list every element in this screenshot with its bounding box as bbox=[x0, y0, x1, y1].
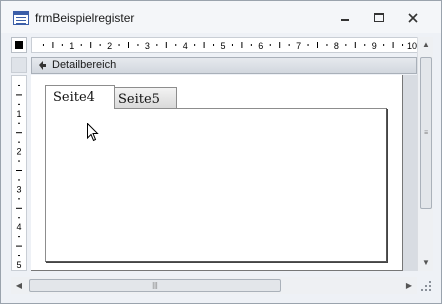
scroll-down-icon[interactable]: ▼ bbox=[418, 255, 434, 271]
maximize-icon bbox=[374, 13, 384, 22]
tab-seite4[interactable]: Seite4 bbox=[45, 85, 115, 109]
ruler-number: 3 bbox=[16, 184, 21, 194]
ruler-tick bbox=[307, 44, 309, 46]
ruler-tick bbox=[18, 160, 20, 162]
minimize-button[interactable] bbox=[333, 9, 357, 27]
ruler-number: 1 bbox=[16, 109, 21, 119]
ruler-tick bbox=[118, 44, 120, 46]
ruler-tick bbox=[203, 42, 205, 48]
ruler-tick bbox=[18, 179, 20, 181]
ruler-tick bbox=[16, 94, 22, 96]
canvas-margin bbox=[403, 75, 417, 271]
close-button[interactable] bbox=[401, 9, 425, 27]
ruler-tick bbox=[18, 141, 20, 143]
ruler-number: 5 bbox=[16, 260, 21, 270]
ruler-number: 9 bbox=[372, 41, 377, 51]
horizontal-ruler-scale: 1 2 3 4 5 6 7 8 9 10 bbox=[42, 41, 417, 51]
ruler-tick bbox=[137, 44, 139, 46]
ruler-tick bbox=[18, 255, 20, 257]
section-header-bar[interactable]: Detailbereich bbox=[31, 57, 417, 74]
ruler-tick bbox=[18, 84, 20, 86]
grip-icon: ||| bbox=[152, 282, 158, 289]
scroll-right-icon[interactable]: ▶ bbox=[401, 277, 417, 294]
ruler-number: 3 bbox=[145, 41, 150, 51]
ruler-tick bbox=[80, 44, 82, 46]
minimize-icon bbox=[341, 19, 349, 21]
ruler-tick bbox=[16, 207, 22, 209]
ruler-number: 5 bbox=[220, 41, 225, 51]
ruler-tick bbox=[128, 42, 129, 48]
ruler-tick bbox=[317, 42, 318, 48]
ruler-tick bbox=[354, 42, 356, 48]
form-window: frmBeispielregister 1 2 3 4 5 6 7 8 9 10 1 2 3 4 5 De… bbox=[0, 0, 442, 304]
ruler-number: 4 bbox=[16, 222, 21, 232]
ruler-number: 2 bbox=[107, 41, 112, 51]
vertical-scroll-thumb[interactable]: ≡ bbox=[420, 57, 432, 209]
ruler-tick bbox=[99, 44, 101, 46]
ruler-tick bbox=[61, 44, 63, 46]
ruler-tick bbox=[269, 44, 271, 46]
ruler-tick bbox=[165, 42, 167, 48]
ruler-tick bbox=[175, 44, 177, 46]
design-canvas[interactable]: Seite4 Seite5 bbox=[31, 75, 403, 271]
ruler-tick bbox=[18, 236, 20, 238]
title-bar[interactable]: frmBeispielregister bbox=[1, 1, 441, 33]
ruler-number: 8 bbox=[334, 41, 339, 51]
ruler-number: 2 bbox=[16, 147, 21, 157]
tab-label: Seite5 bbox=[118, 92, 160, 107]
ruler-number: 1 bbox=[69, 41, 74, 51]
ruler-tick bbox=[42, 44, 44, 46]
ruler-tick bbox=[402, 44, 404, 46]
ruler-tick bbox=[250, 44, 252, 46]
window-title: frmBeispielregister bbox=[35, 11, 135, 25]
scroll-up-icon[interactable]: ▲ bbox=[418, 37, 434, 53]
scroll-left-icon[interactable]: ◀ bbox=[11, 277, 27, 294]
form-icon[interactable] bbox=[13, 11, 29, 25]
ruler-tick bbox=[231, 44, 233, 46]
tab-seite5[interactable]: Seite5 bbox=[113, 87, 177, 109]
section-selector[interactable] bbox=[11, 57, 27, 73]
vertical-ruler[interactable]: 1 2 3 4 5 bbox=[11, 75, 27, 271]
ruler-tick bbox=[326, 44, 328, 46]
ruler-tick bbox=[90, 42, 92, 48]
horizontal-scroll-thumb[interactable]: ||| bbox=[29, 279, 281, 292]
vertical-ruler-scale: 1 2 3 4 5 bbox=[16, 84, 22, 270]
close-icon bbox=[408, 13, 418, 23]
resize-grip-icon[interactable] bbox=[419, 279, 433, 293]
grip-icon: ≡ bbox=[423, 129, 429, 137]
ruler-tick bbox=[279, 42, 281, 48]
ruler-tick bbox=[241, 42, 243, 48]
ruler-tick bbox=[16, 132, 22, 134]
ruler-number: 4 bbox=[183, 41, 188, 51]
collapse-arrow-icon bbox=[39, 61, 46, 70]
ruler-tick bbox=[18, 103, 20, 105]
horizontal-ruler[interactable]: 1 2 3 4 5 6 7 8 9 10 bbox=[31, 37, 419, 53]
ruler-tick bbox=[213, 44, 215, 46]
ruler-number: 6 bbox=[258, 41, 263, 51]
ruler-tick bbox=[156, 44, 158, 46]
ruler-number: 7 bbox=[296, 41, 301, 51]
mouse-cursor-icon bbox=[87, 123, 99, 142]
ruler-tick bbox=[18, 217, 20, 219]
horizontal-scrollbar[interactable]: ◀ ||| ▶ bbox=[11, 277, 417, 294]
ruler-tick bbox=[18, 122, 20, 124]
section-label: Detailbereich bbox=[52, 59, 117, 71]
ruler-tick bbox=[194, 44, 196, 46]
ruler-tick bbox=[16, 170, 22, 171]
ruler-tick bbox=[383, 44, 385, 46]
ruler-tick bbox=[392, 42, 394, 48]
vertical-scrollbar[interactable]: ▲ ≡ ▼ bbox=[417, 37, 433, 271]
ruler-tick bbox=[345, 44, 347, 46]
tab-label: Seite4 bbox=[53, 90, 95, 105]
ruler-tick bbox=[52, 42, 54, 48]
form-selector[interactable] bbox=[11, 37, 27, 53]
ruler-tick bbox=[16, 245, 22, 247]
ruler-tick bbox=[288, 44, 290, 46]
ruler-number: 10 bbox=[407, 41, 417, 51]
ruler-tick bbox=[364, 44, 366, 46]
maximize-button[interactable] bbox=[367, 9, 391, 27]
ruler-tick bbox=[18, 198, 20, 200]
